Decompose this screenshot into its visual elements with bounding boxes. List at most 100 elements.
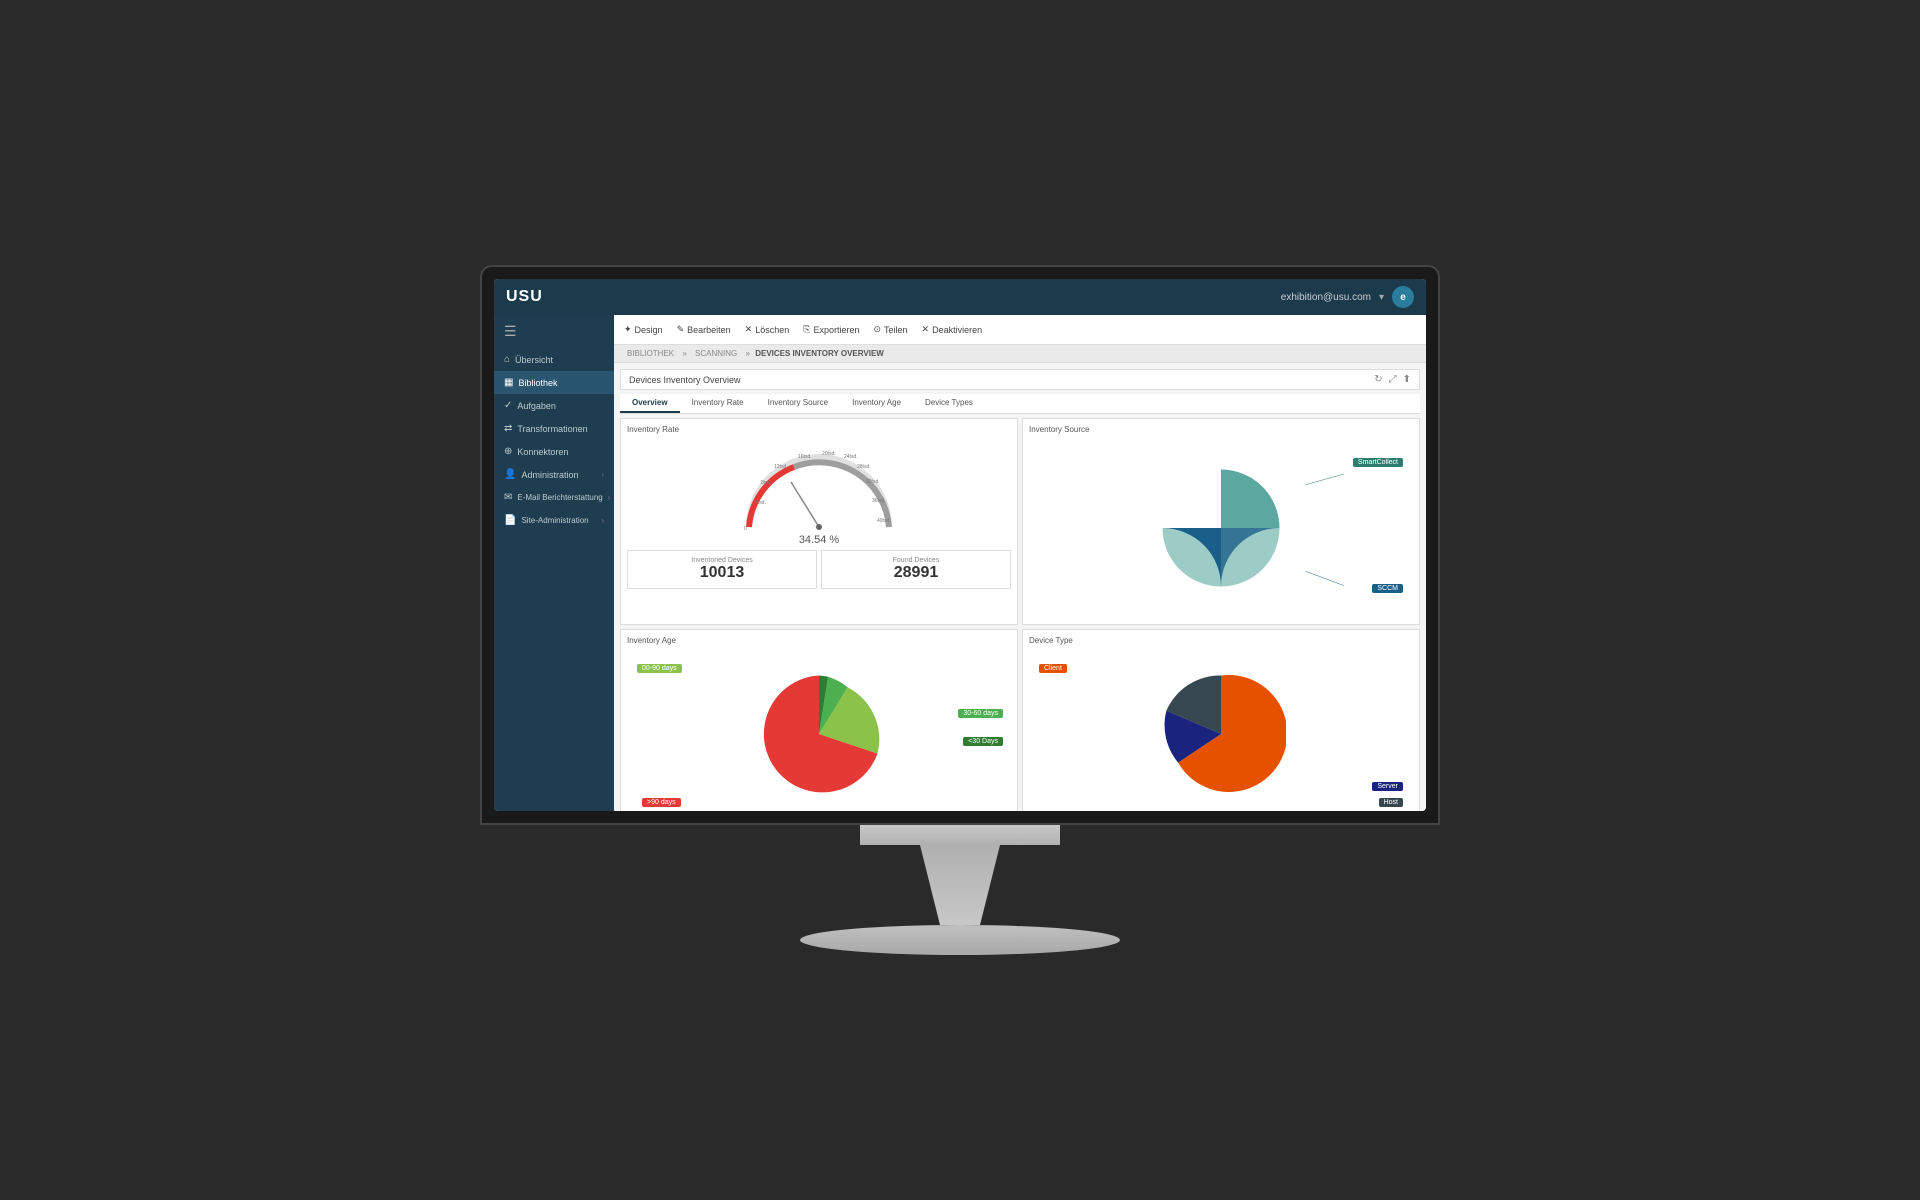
inventory-source-label: Inventory Source xyxy=(1029,425,1413,434)
dashboard-title: Devices Inventory Overview xyxy=(629,375,741,385)
bearbeiten-button[interactable]: ✎ Bearbeiten xyxy=(677,324,731,335)
design-button[interactable]: ✦ Design xyxy=(624,324,663,335)
inventoried-label: Inventoried Devices xyxy=(638,557,806,564)
share-icon: ⊙ xyxy=(873,324,881,335)
dropdown-arrow[interactable]: ▾ xyxy=(1379,292,1384,303)
svg-text:32tsd.: 32tsd. xyxy=(866,479,880,485)
sidebar-item-ubersicht[interactable]: ⌂ Übersicht xyxy=(494,348,614,371)
deaktivieren-label: Deaktivieren xyxy=(932,325,982,335)
app-logo: USU xyxy=(506,288,543,306)
deaktivieren-button[interactable]: ✕ Deaktivieren xyxy=(922,324,983,335)
sidebar-item-administration[interactable]: 👤 Administration › xyxy=(494,463,614,486)
top-nav-right: exhibition@usu.com ▾ e xyxy=(1281,286,1414,308)
monitor-screen: USU exhibition@usu.com ▾ e ☰ ⌂ Übersicht xyxy=(480,265,1440,825)
breadcrumb-bibliothek[interactable]: BIBLIOTHEK xyxy=(627,349,674,358)
monitor-stand-base xyxy=(800,925,1120,955)
exportieren-label: Exportieren xyxy=(813,325,859,335)
tab-inventory-rate[interactable]: Inventory Rate xyxy=(680,394,756,413)
breadcrumb: BIBLIOTHEK » SCANNING » DEVICES INVENTOR… xyxy=(614,345,1426,363)
inventory-age-svg xyxy=(754,669,884,799)
svg-text:8tsd.: 8tsd. xyxy=(761,480,772,486)
tasks-icon: ✓ xyxy=(504,400,512,411)
expand-icon[interactable]: ⤢ xyxy=(1389,374,1397,385)
design-icon: ✦ xyxy=(624,324,632,335)
refresh-icon[interactable]: ↻ xyxy=(1374,374,1382,385)
tab-device-types[interactable]: Device Types xyxy=(913,394,985,413)
inventoried-devices-box: Inventoried Devices 10013 xyxy=(627,550,817,589)
svg-text:40tsd.: 40tsd. xyxy=(877,518,891,524)
loschen-label: Löschen xyxy=(755,325,789,335)
dashboard: Devices Inventory Overview ↻ ⤢ ⬆ Overvie… xyxy=(614,363,1426,811)
email-icon: ✉ xyxy=(504,492,512,503)
share-dashboard-icon[interactable]: ⬆ xyxy=(1403,374,1411,385)
chevron-right-icon: › xyxy=(601,470,604,479)
inventory-age-panel: Inventory Age xyxy=(620,629,1018,811)
sidebar-label-transformationen: Transformationen xyxy=(517,424,587,434)
chevron-right-icon-site: › xyxy=(601,516,604,525)
breadcrumb-scanning[interactable]: SCANNING xyxy=(695,349,737,358)
inventory-rate-label: Inventory Rate xyxy=(627,425,1011,434)
svg-text:0: 0 xyxy=(744,526,747,532)
sidebar-item-site-admin[interactable]: 📄 Site-Administration › xyxy=(494,509,614,532)
found-value: 28991 xyxy=(832,564,1000,582)
delete-icon: ✕ xyxy=(745,324,753,335)
breadcrumb-current: DEVICES INVENTORY OVERVIEW xyxy=(755,349,884,358)
inventoried-value: 10013 xyxy=(638,564,806,582)
svg-text:4tsd.: 4tsd. xyxy=(755,500,766,506)
inventory-source-svg xyxy=(1156,463,1286,593)
tab-overview[interactable]: Overview xyxy=(620,394,680,413)
client-label: Client xyxy=(1039,664,1067,673)
sidebar: ☰ ⌂ Übersicht ▦ Bibliothek ✓ Aufgaben ⇄ xyxy=(494,315,614,811)
smartcollect-label: SmartCollect xyxy=(1353,458,1403,467)
gauge-container: 0 4tsd. 8tsd. 12tsd. 16tsd. 20tsd. 24tsd… xyxy=(627,438,1011,550)
sidebar-item-transformationen[interactable]: ⇄ Transformationen xyxy=(494,417,614,440)
sidebar-label-konnektoren: Konnektoren xyxy=(517,447,568,457)
admin-icon: 👤 xyxy=(504,469,516,480)
sidebar-item-konnektoren[interactable]: ⊕ Konnektoren xyxy=(494,440,614,463)
design-label: Design xyxy=(635,325,663,335)
svg-text:24tsd.: 24tsd. xyxy=(844,454,858,460)
sccm-label: SCCM xyxy=(1372,584,1403,593)
monitor-stand-top xyxy=(860,825,1060,845)
home-icon: ⌂ xyxy=(504,354,510,365)
top-nav: USU exhibition@usu.com ▾ e xyxy=(494,279,1426,315)
tab-inventory-age[interactable]: Inventory Age xyxy=(840,394,913,413)
content-area: ✦ Design ✎ Bearbeiten ✕ Löschen ⎘ xyxy=(614,315,1426,811)
gauge-value: 34.54 % xyxy=(799,534,839,546)
sidebar-item-email[interactable]: ✉ E-Mail Berichterstattung › xyxy=(494,486,614,509)
server-label: Server xyxy=(1372,782,1403,791)
dashboard-title-bar: Devices Inventory Overview ↻ ⤢ ⬆ xyxy=(620,369,1420,390)
svg-text:36tsd.: 36tsd. xyxy=(872,498,886,504)
inventory-rate-panel: Inventory Rate xyxy=(620,418,1018,625)
age-gt90-label: >90 days xyxy=(642,798,681,807)
bottom-charts: Inventory Age xyxy=(620,629,1420,811)
tab-inventory-source[interactable]: Inventory Source xyxy=(756,394,840,413)
gauge-svg: 0 4tsd. 8tsd. 12tsd. 16tsd. 20tsd. 24tsd… xyxy=(739,442,899,532)
screen-content: USU exhibition@usu.com ▾ e ☰ ⌂ Übersicht xyxy=(494,279,1426,811)
found-devices-box: Found Devices 28991 xyxy=(821,550,1011,589)
chevron-right-icon-email: › xyxy=(608,493,611,502)
inventory-age-label: Inventory Age xyxy=(627,636,1011,645)
toolbar: ✦ Design ✎ Bearbeiten ✕ Löschen ⎘ xyxy=(614,315,1426,345)
found-label: Found Devices xyxy=(832,557,1000,564)
exportieren-button[interactable]: ⎘ Exportieren xyxy=(803,324,859,335)
inventory-source-chart: SmartCollect SCCM xyxy=(1029,438,1413,618)
transform-icon: ⇄ xyxy=(504,423,512,434)
export-icon: ⎘ xyxy=(803,324,810,335)
top-charts-grid: Inventory Rate xyxy=(620,418,1420,625)
device-type-label: Device Type xyxy=(1029,636,1413,645)
stats-row: Inventoried Devices 10013 Found Devices … xyxy=(627,550,1011,589)
sidebar-item-aufgaben[interactable]: ✓ Aufgaben xyxy=(494,394,614,417)
user-avatar[interactable]: e xyxy=(1392,286,1414,308)
sidebar-label-administration: Administration xyxy=(521,470,578,480)
teilen-button[interactable]: ⊙ Teilen xyxy=(873,324,907,335)
loschen-button[interactable]: ✕ Löschen xyxy=(745,324,790,335)
main-layout: ☰ ⌂ Übersicht ▦ Bibliothek ✓ Aufgaben ⇄ xyxy=(494,315,1426,811)
user-email: exhibition@usu.com xyxy=(1281,292,1371,303)
breadcrumb-sep1: » xyxy=(682,349,686,358)
dashboard-actions: ↻ ⤢ ⬆ xyxy=(1374,374,1411,385)
svg-text:20tsd.: 20tsd. xyxy=(822,451,836,457)
inventory-source-panel: Inventory Source xyxy=(1022,418,1420,625)
sidebar-item-bibliothek[interactable]: ▦ Bibliothek xyxy=(494,371,614,394)
hamburger-menu[interactable]: ☰ xyxy=(494,315,614,348)
